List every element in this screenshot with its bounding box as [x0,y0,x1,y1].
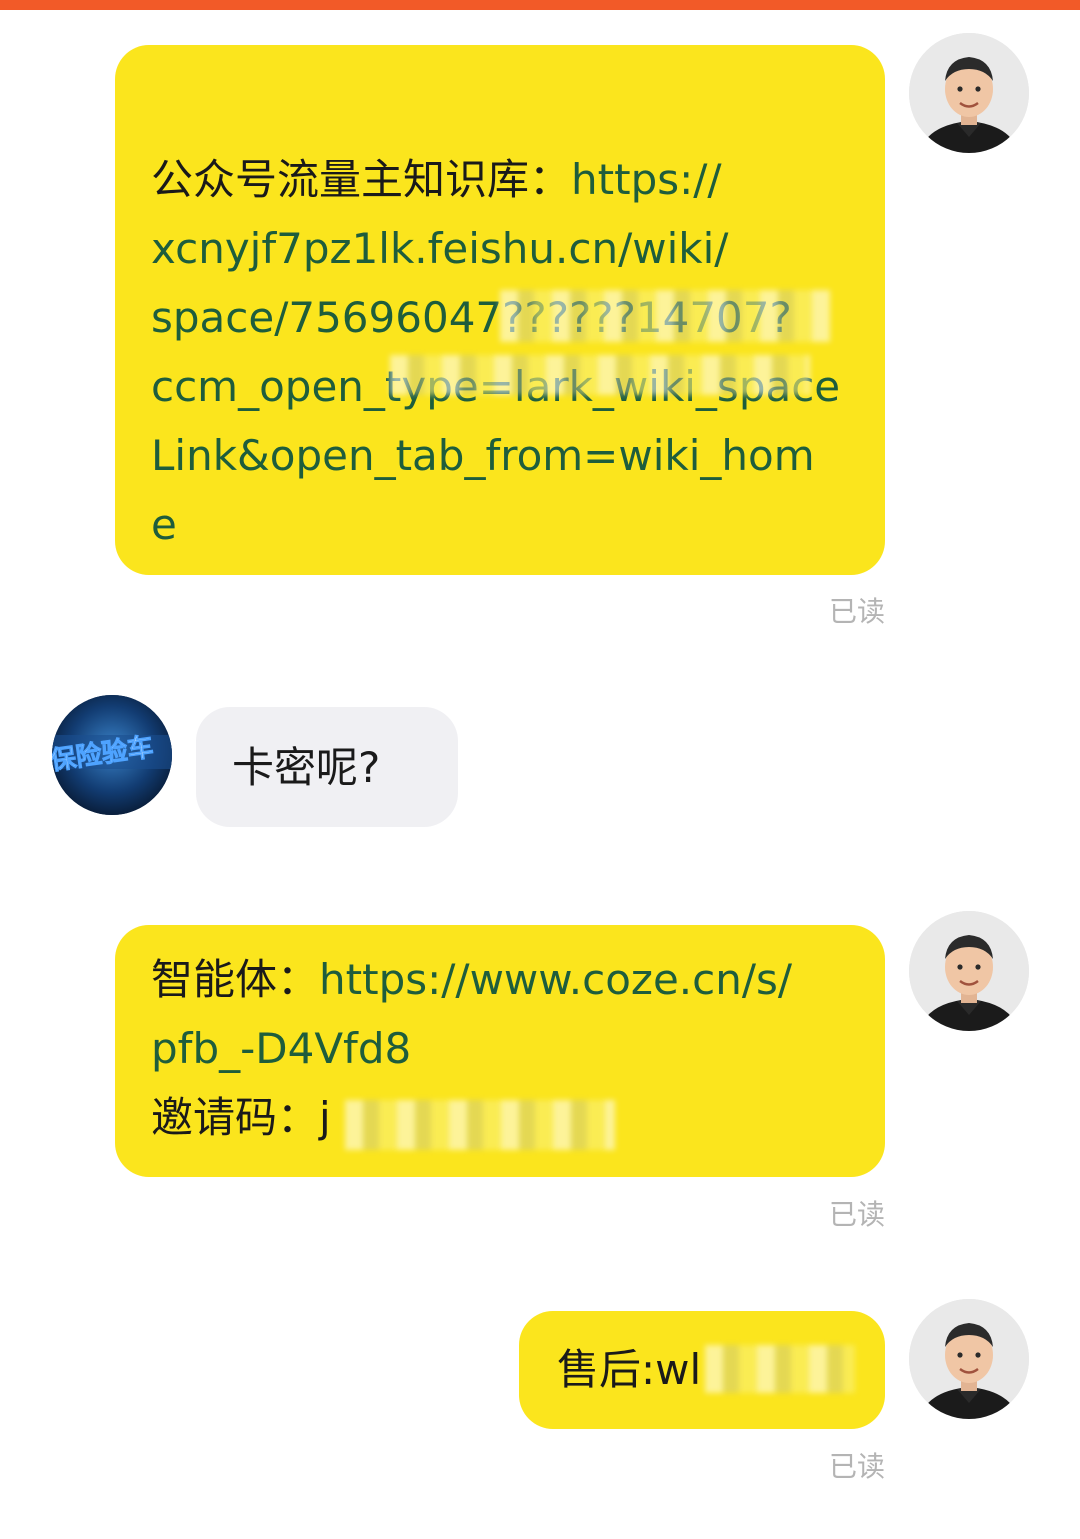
message-link[interactable]: xcnyjf7pz1lk.feishu.cn/wiki/ [151,224,728,273]
message-link[interactable]: https:// [571,155,722,204]
message-text: 卡密呢? [232,743,381,792]
invite-label: 邀请码： [151,1093,320,1142]
message-text: 智能体：https://www.coze.cn/s/ pfb_-D4Vfd8 邀… [151,945,849,1152]
user-avatar-icon[interactable] [909,911,1029,1031]
message-label: 智能体： [151,955,320,1004]
message-link[interactable]: space/75696047??????14707? [151,293,792,342]
message-link[interactable]: e [151,500,177,549]
read-status: 已读 [828,595,885,628]
read-status: 已读 [828,1450,885,1483]
user-avatar-icon[interactable] [909,33,1029,153]
user-avatar-icon[interactable] [909,1299,1029,1419]
message-bubble-outgoing[interactable]: 售后:wl [519,1311,885,1429]
message-link[interactable]: ccm_open_type=lark_wiki_space [151,362,840,411]
message-text: 公众号流量主知识库：https:// xcnyjf7pz1lk.feishu.c… [151,145,849,559]
message-link[interactable]: pfb_-D4Vfd8 [151,1024,411,1073]
read-status: 已读 [828,1198,885,1231]
message-bubble-outgoing[interactable]: 公众号流量主知识库：https:// xcnyjf7pz1lk.feishu.c… [115,45,885,575]
top-accent-bar [0,0,1080,10]
message-link[interactable]: https://www.coze.cn/s/ [319,955,792,1004]
invite-code[interactable]: j [319,1093,331,1142]
message-text: 售后:wl [557,1345,702,1394]
message-link[interactable]: Link&open_tab_from=wiki_hom [151,431,815,480]
message-bubble-incoming[interactable]: 卡密呢? [196,707,458,827]
message-label: 公众号流量主知识库： [151,155,572,204]
message-bubble-outgoing[interactable]: 智能体：https://www.coze.cn/s/ pfb_-D4Vfd8 邀… [115,925,885,1177]
contact-avatar-icon[interactable]: 保险验车 [52,695,172,815]
